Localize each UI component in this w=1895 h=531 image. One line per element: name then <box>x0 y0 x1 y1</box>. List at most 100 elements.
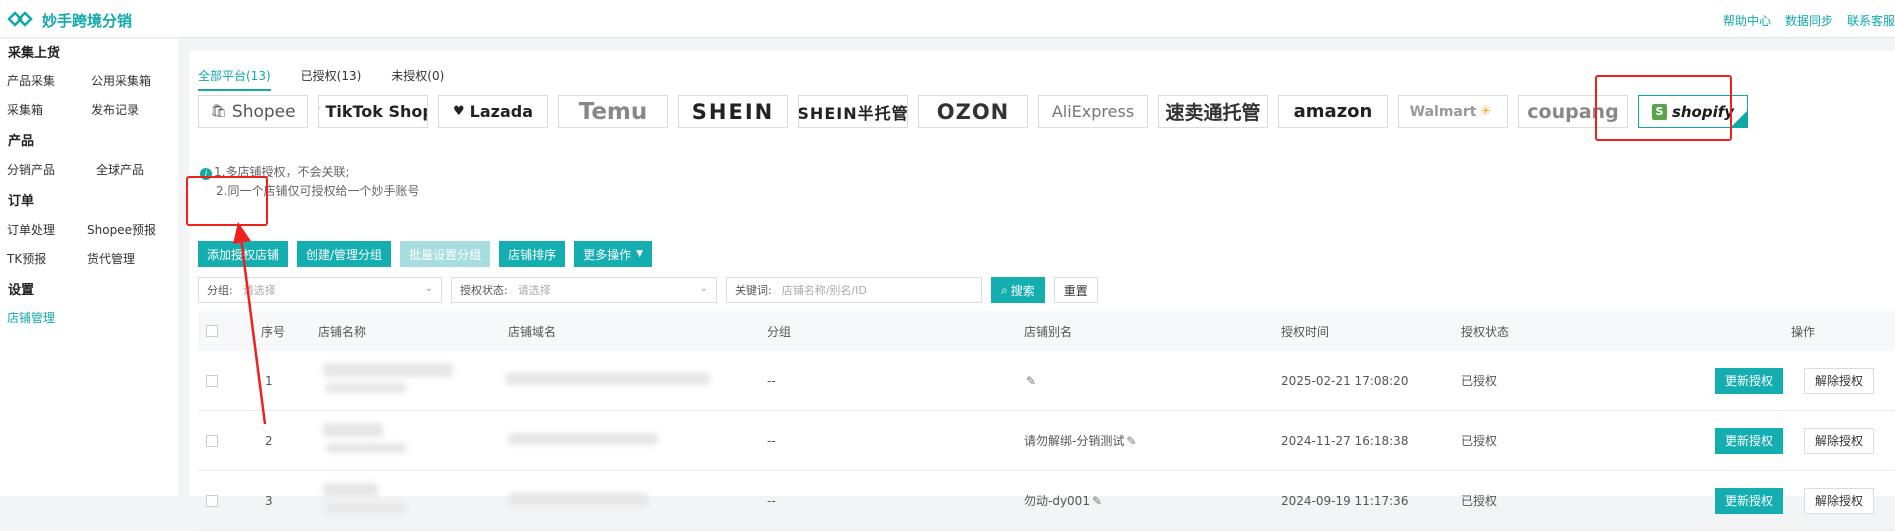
sidebar-group-settings: 设置 <box>8 283 35 298</box>
platform-ozon[interactable]: OZON <box>918 95 1028 128</box>
platform-shein-semi-managed[interactable]: SHEIN半托管 <box>798 95 908 128</box>
tiktok-icon: ♪ <box>319 104 320 119</box>
tips: i 1.多店铺授权，不会关联; 2.同一个店铺仅可授权给一个妙手账号 <box>200 163 419 201</box>
sidebar-item-publish-records[interactable]: 发布记录 <box>91 101 139 118</box>
platform-temu[interactable]: Temu <box>558 95 668 128</box>
col-index: 序号 <box>261 324 286 339</box>
lazada-heart-icon: ♥ <box>452 104 465 119</box>
search-icon: ⌕ <box>1001 282 1008 297</box>
platform-tabs: 全部平台(13) 已授权(13) 未授权(0) <box>198 67 444 91</box>
help-center-link[interactable]: 帮助中心 <box>1723 12 1771 29</box>
row-auth-time: 2024-11-27 16:18:38 <box>1281 433 1409 448</box>
table-header: 序号 店铺名称 店铺域名 分组 店铺别名 授权时间 授权状态 操作 <box>198 311 1895 351</box>
keyword-input[interactable]: 关键词: 店铺名称/别名/ID <box>726 277 982 303</box>
store-name-redacted <box>323 423 383 437</box>
sidebar-item-global-products[interactable]: 全球产品 <box>96 161 144 178</box>
store-id-redacted <box>326 383 406 393</box>
sidebar-item-shopee-forecast[interactable]: Shopee预报 <box>87 221 156 238</box>
remove-auth-button[interactable]: 解除授权 <box>1804 427 1875 454</box>
row-alias: 勿动-dy001 ✎ <box>1024 494 1103 508</box>
chevron-down-icon: ⌄ <box>699 283 708 294</box>
platform-amazon[interactable]: amazon <box>1278 95 1388 128</box>
row-auth-time: 2025-02-21 17:08:20 <box>1281 373 1409 388</box>
sidebar-group-product: 产品 <box>8 134 35 149</box>
row-alias: ✎ <box>1024 374 1036 388</box>
select-all-checkbox[interactable] <box>206 325 218 337</box>
edit-pencil-icon[interactable]: ✎ <box>1026 374 1036 388</box>
top-links: 帮助中心 数据同步 联系客服 <box>1723 12 1895 29</box>
tab-unauthorized[interactable]: 未授权(0) <box>391 67 444 91</box>
store-name-redacted <box>323 363 453 377</box>
row-group: -- <box>767 433 776 448</box>
remove-auth-button[interactable]: 解除授权 <box>1804 487 1875 514</box>
platform-walmart[interactable]: Walmart ✳ <box>1398 95 1508 128</box>
col-group: 分组 <box>767 324 792 339</box>
tab-authorized[interactable]: 已授权(13) <box>301 67 362 91</box>
store-id-redacted <box>326 443 406 453</box>
remove-auth-button[interactable]: 解除授权 <box>1804 367 1875 394</box>
col-store-name: 店铺名称 <box>318 324 367 339</box>
store-table: 序号 店铺名称 店铺域名 分组 店铺别名 授权时间 授权状态 操作 1 -- ✎… <box>198 311 1895 531</box>
app-logo-icon <box>7 11 33 27</box>
walmart-spark-icon: ✳ <box>1480 104 1492 119</box>
main-panel: 全部平台(13) 已授权(13) 未授权(0) 🛍Shopee ♪TikTok … <box>189 51 1895 531</box>
row-checkbox[interactable] <box>206 494 218 507</box>
sidebar-item-tk-forecast[interactable]: TK预报 <box>7 250 46 267</box>
col-auth-status: 授权状态 <box>1461 324 1510 339</box>
platform-aliexpress[interactable]: AliExpress <box>1038 95 1148 128</box>
batch-set-group-button[interactable]: 批量设置分组 <box>400 241 491 267</box>
store-id-redacted <box>326 503 406 513</box>
group-select[interactable]: 分组: 请选择 ⌄ <box>198 277 442 303</box>
sidebar-item-collect-box[interactable]: 采集箱 <box>7 101 43 118</box>
sidebar-item-store-management[interactable]: 店铺管理 <box>7 309 55 326</box>
row-auth-status: 已授权 <box>1461 434 1498 448</box>
store-name-redacted <box>323 483 378 497</box>
sidebar-group-collect: 采集上货 <box>8 46 61 61</box>
top-bar: 妙手跨境分销 帮助中心 数据同步 联系客服 <box>0 0 1895 38</box>
platform-shopee[interactable]: 🛍 Shopee <box>198 95 308 128</box>
tab-all-platforms[interactable]: 全部平台(13) <box>198 67 271 91</box>
domain-redacted <box>508 433 658 445</box>
chevron-down-icon: ⌄ <box>424 283 433 294</box>
shopify-bag-icon: S <box>1651 103 1667 120</box>
sidebar-item-public-collect-box[interactable]: 公用采集箱 <box>91 72 151 89</box>
platform-tiktok-shop[interactable]: ♪TikTok Shop <box>318 95 428 128</box>
contact-support-link[interactable]: 联系客服 <box>1847 12 1895 29</box>
tip-1: 1.多店铺授权，不会关联; <box>214 165 350 179</box>
sidebar-item-order-processing[interactable]: 订单处理 <box>7 221 55 238</box>
update-auth-button[interactable]: 更新授权 <box>1715 367 1784 394</box>
create-manage-group-button[interactable]: 创建/管理分组 <box>297 241 392 267</box>
search-button[interactable]: ⌕ 搜索 <box>991 277 1045 303</box>
platform-lazada[interactable]: ♥ Lazada <box>438 95 548 128</box>
update-auth-button[interactable]: 更新授权 <box>1715 427 1784 454</box>
col-actions: 操作 <box>1791 324 1816 339</box>
sidebar: 采集上货 产品采集 公用采集箱 采集箱 发布记录 产品 分销产品 全球产品 订单… <box>0 39 178 496</box>
row-index: 2 <box>265 433 273 448</box>
edit-pencil-icon[interactable]: ✎ <box>1126 434 1136 448</box>
sidebar-item-dist-products[interactable]: 分销产品 <box>7 161 55 178</box>
platform-coupang[interactable]: coupang <box>1518 95 1628 128</box>
platform-shopify[interactable]: Sshopify <box>1638 95 1748 128</box>
table-row: 1 -- ✎ 2025-02-21 17:08:20 已授权 更新授权 解除授权 <box>198 351 1895 411</box>
edit-pencil-icon[interactable]: ✎ <box>1092 494 1102 508</box>
reset-button[interactable]: 重置 <box>1053 277 1098 303</box>
row-checkbox[interactable] <box>206 374 218 387</box>
row-checkbox[interactable] <box>206 434 218 447</box>
auth-status-select[interactable]: 授权状态: 请选择 ⌄ <box>451 277 717 303</box>
update-auth-button[interactable]: 更新授权 <box>1715 487 1784 514</box>
row-alias: 请勿解绑-分销测试 ✎ <box>1024 434 1137 448</box>
tip-2: 2.同一个店铺仅可授权给一个妙手账号 <box>216 184 420 198</box>
sidebar-item-product-collect[interactable]: 产品采集 <box>7 72 55 89</box>
add-authorized-store-button[interactable]: 添加授权店铺 <box>198 241 289 267</box>
row-auth-status: 已授权 <box>1461 374 1498 388</box>
sidebar-item-forwarder[interactable]: 货代管理 <box>87 250 135 267</box>
selected-corner-icon <box>1731 111 1747 127</box>
store-sort-button[interactable]: 店铺排序 <box>499 241 566 267</box>
table-row: 3 -- 勿动-dy001 ✎ 2024-09-19 11:17:36 已授权 更… <box>198 471 1895 531</box>
platform-shein[interactable]: SHEIN <box>678 95 788 128</box>
data-sync-link[interactable]: 数据同步 <box>1785 12 1833 29</box>
action-bar: 添加授权店铺 创建/管理分组 批量设置分组 店铺排序 更多操作 ▼ <box>198 241 653 267</box>
more-actions-button[interactable]: 更多操作 ▼ <box>574 241 653 267</box>
info-icon: i <box>200 168 212 180</box>
platform-aliexpress-managed[interactable]: 速卖通托管 <box>1158 95 1268 128</box>
